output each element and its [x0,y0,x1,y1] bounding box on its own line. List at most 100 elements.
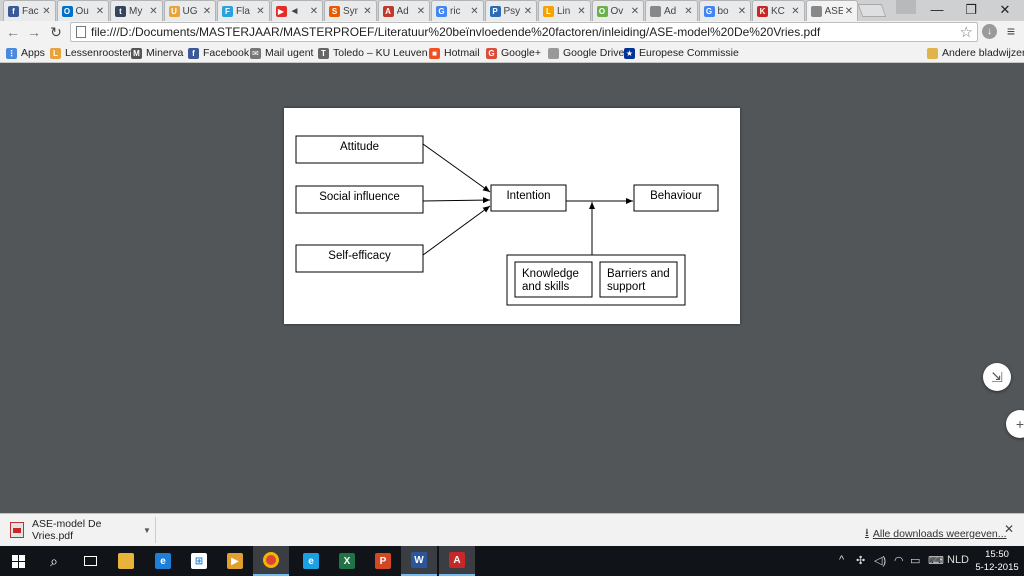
tab-close-icon[interactable]: ✕ [469,6,481,17]
tab-close-icon[interactable]: ✕ [415,6,427,17]
store-icon: ⊞ [191,553,207,569]
tab-10[interactable]: L Lin ✕ [538,0,591,21]
tab-11[interactable]: O Ov ✕ [591,0,644,21]
restore-button[interactable]: ❐ [954,0,988,20]
bookmark-label: Mail ugent [265,47,314,59]
show-all-downloads-link[interactable]: ⭳ Alle downloads weergeven... [865,524,1007,543]
tab-close-icon[interactable]: ✕ [790,6,802,17]
chevron-up-icon[interactable]: ^ [839,554,844,566]
tab-3[interactable]: U UG ✕ [163,0,216,21]
search-taskbar-button[interactable]: ⌕ [36,546,72,576]
tab-close-icon[interactable]: ✕ [683,6,695,17]
task-view-button[interactable] [72,546,108,576]
show-all-downloads-label[interactable]: Alle downloads weergeven... [873,528,1007,540]
bookmark-item[interactable]: Google Drive [548,45,624,61]
bookmark-label: Hotmail [444,47,480,59]
tab-close-icon[interactable]: ✕ [362,6,374,17]
tab-13[interactable]: Gbo ✕ [698,0,751,21]
address-bar[interactable]: file:///D:/Documents/MASTERJAAR/MASTERPR… [70,22,978,42]
tab-close-icon[interactable]: ✕ [629,6,641,17]
extension-icon[interactable]: ↓ [982,24,997,39]
bookmark-item[interactable]: ✉ Mail ugent [250,45,313,61]
bookmark-item[interactable]: G Google+ [486,45,541,61]
tab-0[interactable]: f Fac ✕ [3,0,56,21]
clock[interactable]: 15:50 5-12-2015 [972,548,1022,574]
bookmark-item[interactable]: ★ Europese Commissie [624,45,739,61]
url-text[interactable]: file:///D:/Documents/MASTERJAAR/MASTERPR… [91,25,820,39]
tab-close-icon[interactable]: ✕ [843,6,855,17]
excel-taskbar[interactable]: X [329,546,365,576]
bookmark-item[interactable]: M Minerva [131,45,183,61]
tab-8[interactable]: Gric ✕ [431,0,484,21]
page-icon [76,26,86,38]
powerpoint-taskbar[interactable]: P [365,546,401,576]
wifi-icon[interactable]: ◠ [894,554,904,567]
start-button[interactable] [0,546,36,576]
fit-page-button[interactable]: ⇲ [983,363,1011,391]
folder-icon [118,553,134,569]
tab-15[interactable]: ASE ✕ [805,0,858,21]
tab-close-icon[interactable]: ✕ [201,6,213,17]
bookmark-item[interactable]: ⋮ Apps [6,45,45,61]
tab-6[interactable]: S Syr ✕ [324,0,377,21]
tab-favicon-icon: O [61,5,73,17]
tab-7[interactable]: A Ad ✕ [377,0,430,21]
tab-close-icon[interactable]: ✕ [94,6,106,17]
media-taskbar[interactable]: ▶ [217,546,253,576]
ie-taskbar[interactable]: e [293,546,329,576]
file-explorer-taskbar[interactable] [108,546,144,576]
acrobat-taskbar[interactable]: A [439,546,475,576]
tab-12[interactable]: Ad ✕ [645,0,698,21]
tab-9[interactable]: P Psy ✕ [484,0,537,21]
bookmark-item[interactable]: Andere bladwijzers [927,45,1024,61]
bookmark-star-icon[interactable]: ☆ [960,23,973,41]
bookmark-item[interactable]: ■ Hotmail [429,45,480,61]
tab-2[interactable]: t My ✕ [110,0,163,21]
close-download-shelf-button[interactable]: ✕ [1004,522,1014,536]
tab-close-icon[interactable]: ✕ [576,6,588,17]
chevron-down-icon[interactable]: ▼ [143,526,155,535]
download-filename[interactable]: ASE-model De Vries.pdf [32,518,143,542]
language-indicator[interactable]: NLD [947,554,969,566]
edge-icon: e [155,553,171,569]
tab-close-icon[interactable]: ✕ [736,6,748,17]
edge-taskbar[interactable]: e [145,546,181,576]
store-taskbar[interactable]: ⊞ [181,546,217,576]
tab-title: Ad [396,5,409,17]
keyboard-icon[interactable]: ⌨ [928,554,944,567]
tab-14[interactable]: K KC ✕ [752,0,805,21]
bookmark-item[interactable]: f Facebook [188,45,249,61]
tab-title: ric [450,5,461,17]
bookmark-label: Facebook [203,47,250,59]
bookmark-label: Europese Commissie [639,47,739,59]
tab-close-icon[interactable]: ✕ [255,6,267,17]
tab-close-icon[interactable]: ✕ [41,6,53,17]
bookmark-item[interactable]: T Toledo – KU Leuven ... [318,45,439,61]
word-taskbar[interactable]: W [401,546,437,576]
reload-button[interactable]: ↻ [47,23,65,41]
tab-close-icon[interactable]: ✕ [148,6,160,17]
forward-button[interactable]: → [25,23,43,41]
network-app-icon[interactable]: ✣ [856,554,865,567]
zoom-in-button[interactable]: + [1006,410,1024,438]
chrome-taskbar[interactable] [253,546,289,576]
profile-icon[interactable] [896,0,916,14]
bookmark-icon: f [188,47,199,59]
knowledge-label-line2: and skills [522,281,570,293]
download-item[interactable]: ASE-model De Vries.pdf ▼ [4,517,156,543]
menu-icon[interactable]: ≡ [1004,24,1018,38]
new-tab-button[interactable] [857,4,887,17]
bookmark-item[interactable]: L Lessenrooster [50,45,132,61]
tab-5[interactable]: ▶ ◄ ✕ [270,0,323,21]
pdf-viewer[interactable]: Attitude Social influence Self-efficacy … [0,64,1024,513]
minimize-button[interactable]: — [920,0,954,20]
battery-icon[interactable]: ▭ [910,554,920,567]
tab-close-icon[interactable]: ✕ [522,6,534,17]
tab-close-icon[interactable]: ✕ [308,6,320,17]
tab-1[interactable]: O Ou ✕ [56,0,109,21]
back-button[interactable]: ← [4,23,22,41]
close-window-button[interactable]: ✕ [988,0,1022,20]
volume-icon[interactable]: ◁) [874,554,886,567]
tab-favicon-icon: t [115,5,126,17]
tab-4[interactable]: F Fla ✕ [217,0,270,21]
